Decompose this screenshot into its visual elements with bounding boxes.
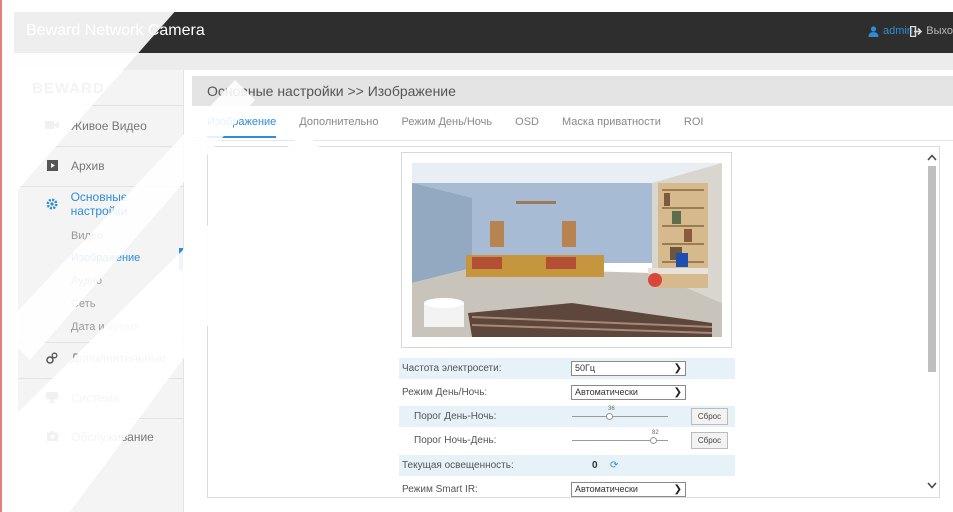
- day-night-threshold-label: Порог День-Ночь:: [414, 411, 497, 422]
- scroll-down-icon[interactable]: [927, 478, 937, 492]
- row-day-night-mode: Режим День/Ночь: Автоматически ❯: [399, 382, 735, 403]
- refresh-icon[interactable]: ⟳: [610, 460, 618, 471]
- day-night-mode-label: Режим День/Ночь:: [402, 387, 488, 398]
- day-night-threshold-value: 36: [608, 406, 615, 412]
- row-current-illumination: Текущая освещенность: 0 ⟳: [399, 455, 735, 476]
- sidebar-subitem-video[interactable]: Видео: [71, 230, 103, 242]
- current-illumination-label: Текущая освещенность:: [402, 460, 514, 471]
- breadcrumb-text: Основные настройки >> Изображение: [207, 83, 456, 99]
- tab-day-night[interactable]: Режим День/Ночь: [401, 116, 492, 138]
- slider-thumb[interactable]: [606, 413, 613, 420]
- row-smart-ir: Режим Smart IR: Автоматически ❯: [399, 479, 735, 500]
- camera-preview-image: [412, 163, 722, 337]
- archive-icon: [45, 160, 59, 172]
- power-frequency-label: Частота электросети:: [402, 363, 502, 374]
- sidebar-item-label: Система: [71, 391, 120, 405]
- user-icon: [868, 25, 879, 37]
- tabs-underline: [192, 140, 953, 141]
- sidebar-subitem-datetime[interactable]: Дата и время: [71, 321, 139, 333]
- power-frequency-select[interactable]: 50Гц ❯: [571, 361, 686, 376]
- breadcrumb: Основные настройки >> Изображение: [192, 76, 953, 106]
- night-day-reset-button[interactable]: Сброс: [691, 432, 728, 449]
- power-frequency-value: 50Гц: [575, 363, 596, 373]
- day-night-mode-value: Автоматически: [575, 387, 638, 397]
- tab-roi[interactable]: ROI: [684, 116, 704, 138]
- current-illumination-value: 0: [592, 460, 598, 471]
- app-title: Beward Network Camera: [26, 22, 205, 39]
- row-night-day-threshold: Порог Ночь-День: 82 Сброс: [399, 430, 735, 451]
- sidebar-item-label: Живое Видео: [71, 119, 147, 133]
- tab-bar: Изображение Дополнительно Режим День/Ноч…: [207, 116, 726, 138]
- logout-button[interactable]: Выхо: [910, 25, 953, 37]
- tab-osd[interactable]: OSD: [515, 116, 539, 138]
- scroll-up-icon[interactable]: [927, 150, 937, 164]
- username: admin: [883, 25, 913, 37]
- tab-privacy-mask[interactable]: Маска приватности: [562, 116, 661, 138]
- night-day-threshold-label: Порог Ночь-День:: [414, 435, 497, 446]
- sidebar-item-advanced[interactable]: Дополнительные: [18, 338, 184, 378]
- day-night-threshold-slider[interactable]: 36: [572, 406, 668, 420]
- logout-label: Выхо: [926, 25, 953, 37]
- sidebar-item-maintenance[interactable]: Обслуживание: [18, 417, 184, 457]
- tab-additional[interactable]: Дополнительно: [299, 116, 378, 138]
- page: Beward Network Camera admin Выхо BEWARD …: [0, 0, 953, 512]
- sidebar-item-label: Архив: [71, 159, 105, 173]
- sidebar-item-label: Обслуживание: [71, 430, 154, 444]
- sidebar: BEWARD Живое Видео Архив Основные настро…: [18, 70, 184, 512]
- night-day-threshold-slider[interactable]: 82: [572, 430, 668, 444]
- user-menu[interactable]: admin: [868, 25, 913, 37]
- chevron-down-icon: ❯: [673, 387, 682, 398]
- sidebar-subitem-network[interactable]: Сеть: [71, 298, 95, 310]
- header-band: [14, 53, 953, 70]
- beward-logo: BEWARD: [32, 80, 105, 97]
- day-night-reset-button[interactable]: Сброс: [691, 408, 728, 425]
- sidebar-item-live-video[interactable]: Живое Видео: [18, 106, 184, 146]
- smart-ir-label: Режим Smart IR:: [402, 484, 478, 495]
- sidebar-subitem-audio[interactable]: Аудио: [71, 275, 102, 287]
- top-bar: Beward Network Camera admin Выхо: [14, 12, 953, 53]
- row-day-night-threshold: Порог День-Ночь: 36 Сброс: [399, 406, 735, 427]
- row-power-frequency: Частота электросети: 50Гц ❯: [399, 358, 735, 379]
- sidebar-item-label: Основные настройки: [70, 190, 128, 218]
- video-camera-icon: [45, 120, 59, 132]
- sidebar-item-archive[interactable]: Архив: [18, 146, 184, 186]
- sidebar-subitem-image[interactable]: Изображение: [71, 252, 140, 264]
- slider-thumb[interactable]: [650, 437, 657, 444]
- smart-ir-value: Автоматически: [575, 484, 638, 494]
- advanced-settings-icon: [45, 352, 59, 364]
- sidebar-item-system[interactable]: Система: [18, 378, 184, 418]
- day-night-mode-select[interactable]: Автоматически ❯: [571, 385, 686, 400]
- chevron-down-icon: ❯: [673, 363, 682, 374]
- maintenance-icon: [45, 431, 59, 443]
- monitor-icon: [45, 392, 59, 404]
- sidebar-item-label: Дополнительные: [71, 351, 166, 365]
- tab-image[interactable]: Изображение: [207, 116, 277, 138]
- active-marker: [179, 248, 183, 270]
- smart-ir-select[interactable]: Автоматически ❯: [571, 482, 686, 497]
- night-day-threshold-value: 82: [652, 430, 659, 436]
- gear-icon: [45, 198, 59, 210]
- chevron-down-icon: ❯: [673, 484, 682, 495]
- sidebar-item-basic-settings[interactable]: Основные настройки: [18, 184, 184, 224]
- scrollbar-thumb[interactable]: [928, 166, 936, 372]
- logout-icon: [910, 25, 923, 37]
